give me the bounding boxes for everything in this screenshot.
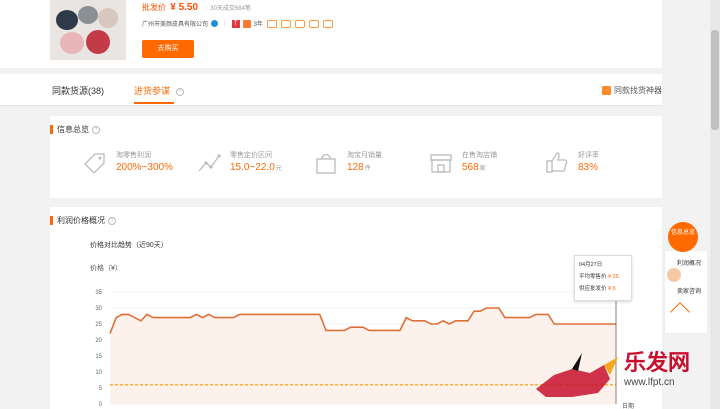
tab-same-source[interactable]: 同款货源(38) <box>52 84 104 97</box>
crown-icon <box>322 19 333 28</box>
seller-row: 广州市美颜皮具有限公司 | T 3年 <box>142 19 333 28</box>
crown-icon <box>280 19 291 28</box>
tooltip-wholesale-row: 供应批发价 ¥ 6 <box>579 286 616 292</box>
overview-panel: 信息总览 ? 淘零售利润 200%~300% 零售定价区间 15.0~22.0元… <box>50 116 662 198</box>
bag-image-4 <box>60 32 84 54</box>
buy-button[interactable]: 去购买 <box>142 40 194 58</box>
help-icon[interactable]: ? <box>92 125 100 134</box>
y-tick-label: 30 <box>95 306 102 312</box>
metric-label: 好评率 <box>578 152 599 159</box>
sold-count: 30天成交684笔 <box>210 6 251 12</box>
shopping-bag-icon <box>316 153 336 174</box>
float-seller-link[interactable]: 卖家咨询 <box>677 286 701 295</box>
avatar <box>667 268 681 282</box>
years-badge: 3年 <box>253 22 263 28</box>
y-tick-label: 35 <box>95 290 102 296</box>
metric-value: 15.0~22.0元 <box>230 162 282 173</box>
finder-icon <box>602 86 611 95</box>
thumbs-up-icon <box>546 152 568 173</box>
metric-label: 在售淘店铺 <box>462 152 497 159</box>
y-tick-label: 15 <box>95 354 102 360</box>
product-strip: 批发价 ¥ 5.50 30天成交684笔 广州市美颜皮具有限公司 | T 3年 … <box>0 0 662 68</box>
bag-image-3 <box>98 8 118 28</box>
bag-image-1 <box>56 10 78 30</box>
float-profit-link[interactable]: 利润概况 <box>677 258 701 267</box>
metric-value: 83% <box>578 162 599 173</box>
tab-purchase-advisor[interactable]: 进货参谋 ? <box>134 84 184 97</box>
metric-value: 128件 <box>347 162 371 173</box>
overview-title: 信息总览 ? <box>50 124 100 135</box>
price-label: 批发价 <box>142 3 166 12</box>
crown-icon <box>266 19 277 28</box>
same-item-finder-link[interactable]: 同款找货神器 <box>602 85 662 96</box>
tooltip-retail-row: 平均零售价 ¥ 25 <box>579 274 619 280</box>
y-tick-label: 5 <box>99 386 103 392</box>
active-tab-indicator <box>134 102 174 104</box>
verified-icon <box>211 20 219 27</box>
metric-value: 200%~300% <box>116 162 173 173</box>
overview-title-text: 信息总览 <box>57 125 89 134</box>
crown-icon <box>308 19 319 28</box>
y-tick-label: 25 <box>95 322 102 328</box>
metric-label: 淘宝月销量 <box>347 152 382 159</box>
help-icon[interactable]: ? <box>175 87 184 96</box>
y-tick-label: 0 <box>99 402 103 408</box>
price-row: 批发价 ¥ 5.50 30天成交684笔 <box>142 2 251 13</box>
tmall-badge-icon: T <box>231 19 240 28</box>
price-tag-icon <box>84 153 105 174</box>
tab-label: 进货参谋 <box>134 86 171 96</box>
credit-icon <box>242 19 251 28</box>
metric-label: 零售定价区间 <box>230 152 272 159</box>
scrollbar-thumb[interactable] <box>711 30 719 130</box>
float-info-button[interactable]: 信息总览 <box>668 222 698 252</box>
product-thumbnail[interactable] <box>50 0 126 60</box>
y-tick-label: 20 <box>95 338 102 344</box>
seller-name[interactable]: 广州市美颜皮具有限公司 <box>142 19 208 28</box>
finder-label: 同款找货神器 <box>614 86 662 95</box>
chart-tooltip: 04月27日 平均零售价 ¥ 25 供应批发价 ¥ 6 <box>574 255 632 301</box>
store-icon <box>430 154 452 173</box>
metric-value: 568家 <box>462 162 486 173</box>
price-range-icon <box>198 154 221 172</box>
bag-image-5 <box>86 30 110 54</box>
tab-bar: 同款货源(38) 进货参谋 ? 同款找货神器 <box>0 74 662 106</box>
metric-label: 淘零售利润 <box>116 152 151 159</box>
crown-icon <box>294 19 305 28</box>
bag-image-2 <box>78 6 98 24</box>
watermark-url: www.lfpt.cn <box>624 377 675 388</box>
tab-label: 同款货源(38) <box>52 86 105 96</box>
y-tick-label: 10 <box>95 370 102 376</box>
divider: | <box>224 20 226 27</box>
watermark-title: 乐发网 <box>624 350 691 376</box>
price-value: ¥ 5.50 <box>170 2 199 13</box>
watermark: 乐发网 www.lfpt.cn <box>532 345 720 409</box>
tooltip-date: 04月27日 <box>579 262 603 268</box>
